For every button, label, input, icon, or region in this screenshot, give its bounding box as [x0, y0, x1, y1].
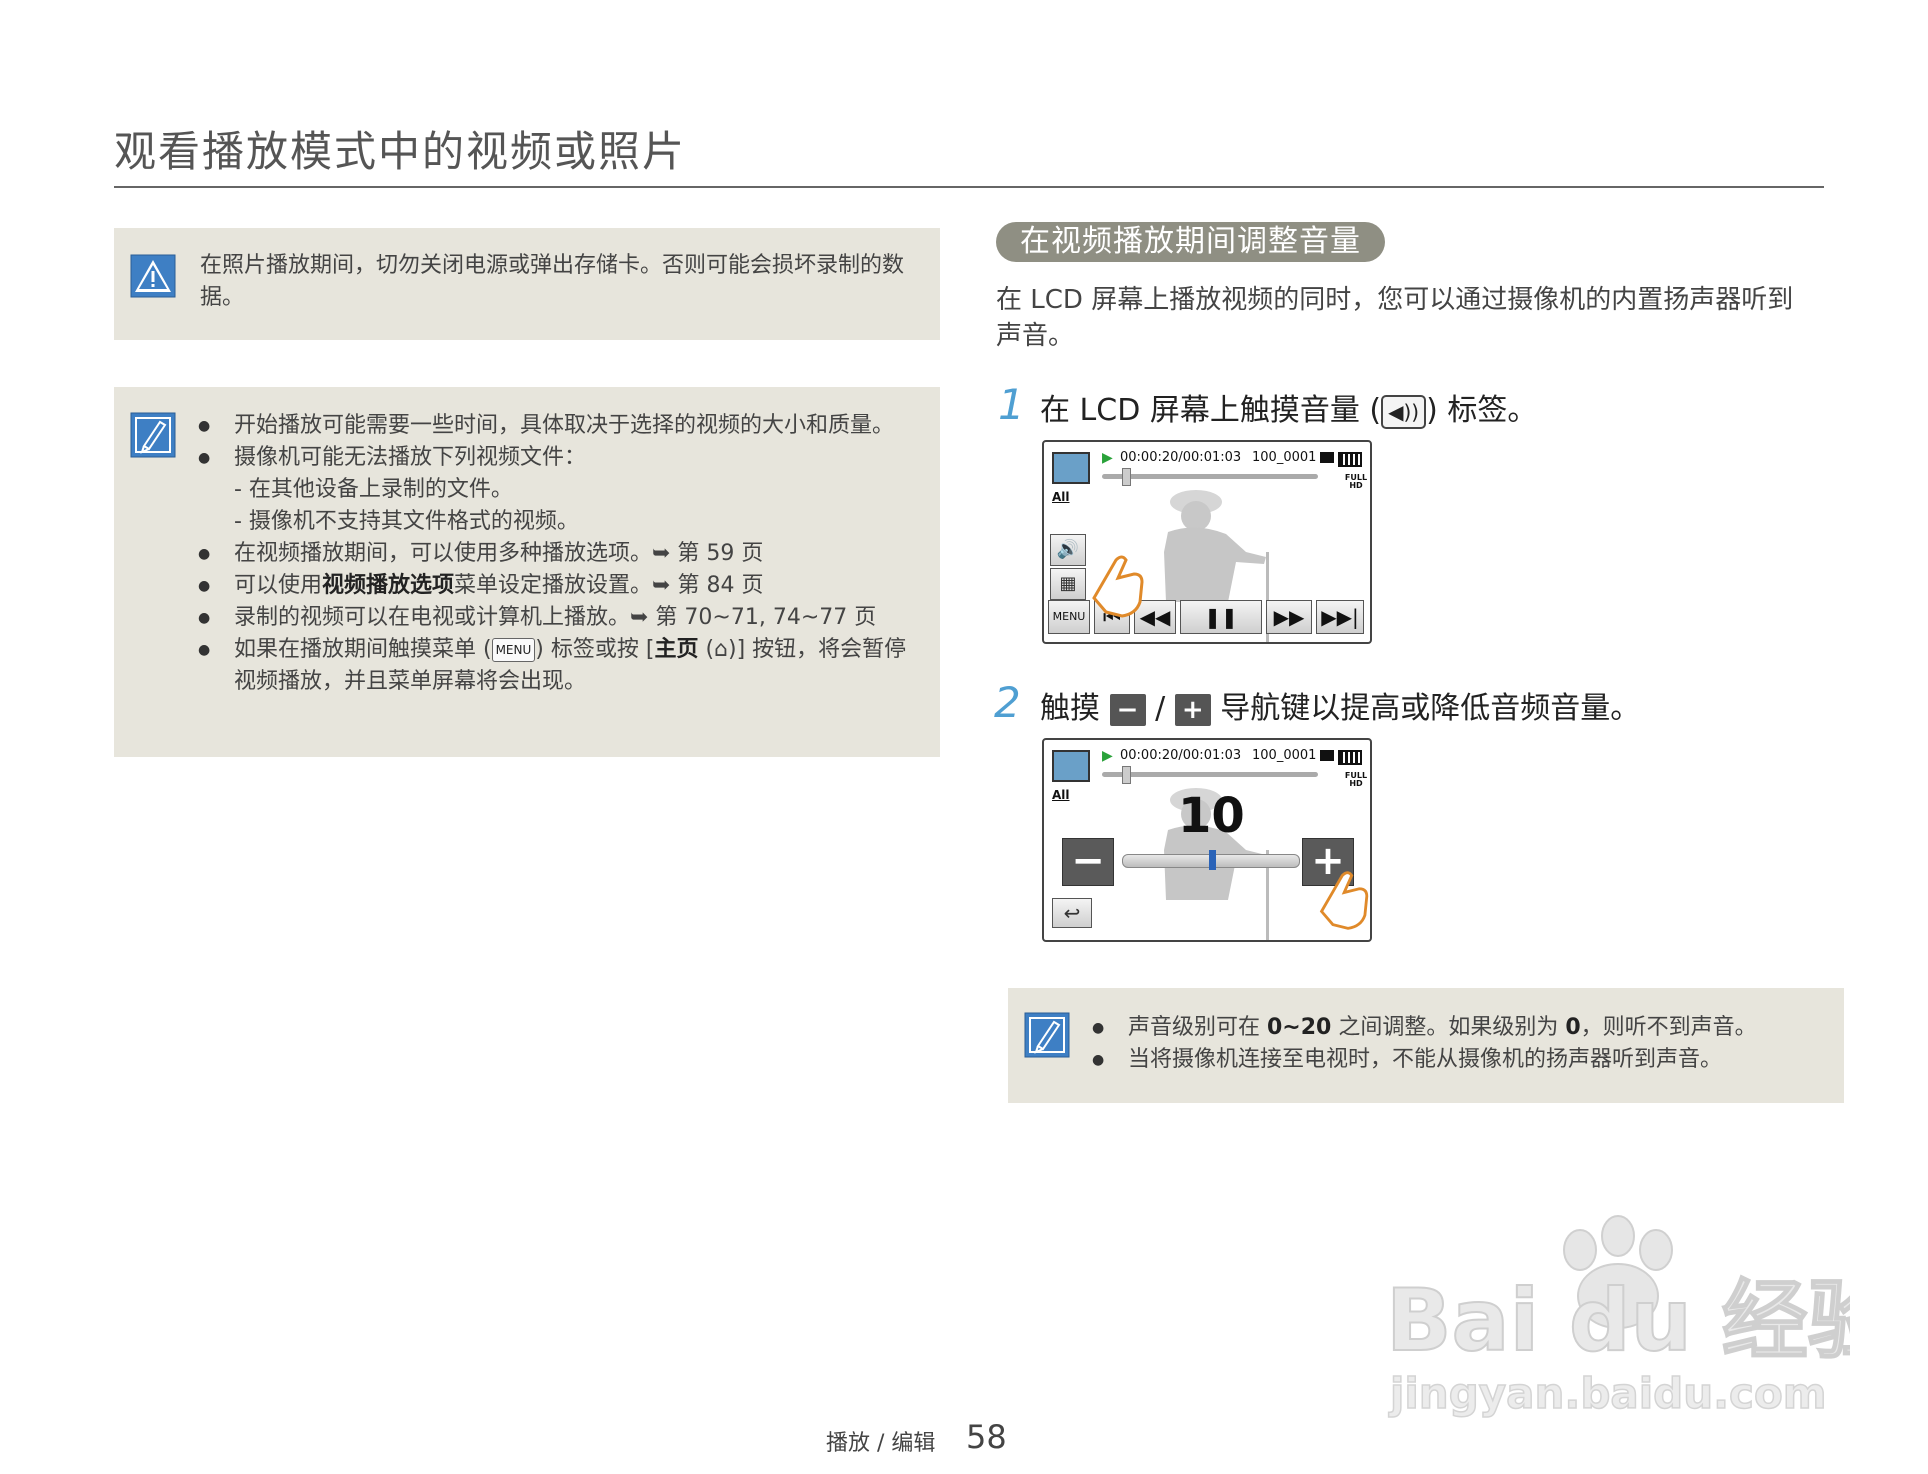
title-divider	[114, 186, 1824, 188]
volume-down-button[interactable]: −	[1062, 838, 1114, 886]
notes-list: 开始播放可能需要一些时间，具体取决于选择的视频的大小和质量。 摄像机可能无法播放…	[196, 410, 926, 698]
menu-tab-icon: MENU	[491, 638, 536, 662]
warning-text: 在照片播放期间，切勿关闭电源或弹出存储卡。否则可能会损坏录制的数据。	[200, 253, 905, 310]
step-number: 2	[994, 678, 1021, 727]
list-item: 可以使用视频播放选项菜单设定播放设置。➥ 第 84 页	[196, 570, 926, 602]
text: 声音级别可在	[1128, 1015, 1267, 1040]
section-title: 在视频播放期间调整音量	[996, 222, 1385, 262]
lcd-screen-volume: ▶ 00:00:20/00:01:03 100_0001 All FULL HD…	[1042, 738, 1372, 942]
menu-button[interactable]: MENU	[1048, 600, 1090, 634]
thumbnail-icon[interactable]	[1052, 750, 1090, 782]
list-item: 声音级别可在 0~20 之间调整。如果级别为 0，则听不到声音。	[1090, 1012, 1830, 1044]
page-number: 58	[966, 1418, 1007, 1456]
text: ，则听不到声音。	[1580, 1015, 1757, 1040]
pause-button[interactable]: ❚❚	[1180, 600, 1262, 634]
file-number: 100_0001	[1252, 450, 1317, 465]
note-pencil-icon	[130, 412, 176, 458]
fast-forward-icon: ▶▶	[1273, 605, 1305, 629]
text: 如果在播放期间触摸菜单 (	[234, 637, 492, 662]
footer-section-label: 播放 / 编辑	[826, 1431, 936, 1456]
list-item: 开始播放可能需要一些时间，具体取决于选择的视频的大小和质量。	[196, 410, 926, 442]
all-label: All	[1052, 490, 1070, 504]
progress-bar[interactable]	[1102, 474, 1318, 479]
watermark-url: jingyan.baidu.com	[1388, 1369, 1827, 1418]
list-item: 摄像机可能无法播放下列视频文件：	[196, 442, 926, 474]
time-readout: 00:00:20/00:01:03	[1120, 748, 1242, 763]
step-number: 1	[998, 380, 1025, 429]
plus-key-icon: +	[1174, 693, 1211, 726]
lcd-screen-playback: ▶ 00:00:20/00:01:03 100_0001 All FULL HD…	[1042, 440, 1372, 644]
bold-term: 0~20	[1267, 1015, 1332, 1040]
time-readout: 00:00:20/00:01:03	[1120, 450, 1242, 465]
memory-card-icon	[1320, 452, 1334, 463]
list-item: 如果在播放期间触摸菜单 (MENU) 标签或按 [主页 (⌂)] 按钮，将会暂停…	[196, 634, 926, 698]
text: 导航键以提高或降低音频音量。	[1210, 691, 1641, 726]
list-item: 当将摄像机连接至电视时，不能从摄像机的扬声器听到声音。	[1090, 1044, 1830, 1076]
fast-forward-button[interactable]: ▶▶	[1266, 600, 1312, 634]
volume-button[interactable]: 🔊	[1050, 534, 1086, 566]
bold-term: 视频播放选项	[322, 573, 455, 598]
full-hd-badge: FULL HD	[1344, 771, 1368, 788]
full-hd-badge: FULL HD	[1344, 473, 1368, 490]
list-subitem: - 在其他设备上录制的文件。	[234, 477, 513, 502]
touch-hand-icon	[1092, 555, 1144, 618]
page-title: 观看播放模式中的视频或照片	[114, 127, 687, 176]
list-item: 在视频播放期间，可以使用多种播放选项。➥ 第 59 页	[196, 538, 926, 570]
all-label: All	[1052, 788, 1070, 802]
play-icon: ▶	[1102, 450, 1113, 466]
skip-forward-button[interactable]: ▶▶|	[1316, 600, 1364, 634]
pause-icon: ❚❚	[1204, 605, 1238, 629]
touch-hand-icon	[1319, 871, 1369, 930]
slash: /	[1155, 691, 1166, 726]
text: 触摸	[1040, 691, 1110, 726]
baidu-watermark-logo: Bai du 经验 jingyan.baidu.com	[1385, 1215, 1850, 1419]
list-item: 录制的视频可以在电视或计算机上播放。➥ 第 70~71, 74~77 页	[196, 602, 926, 634]
progress-bar[interactable]	[1102, 772, 1318, 777]
minus-key-icon: −	[1109, 693, 1146, 726]
back-button[interactable]: ↩	[1052, 898, 1092, 928]
text: 在 LCD 屏幕上触摸音量 (	[1040, 393, 1382, 428]
memory-card-icon	[1320, 750, 1334, 761]
bold-term: 0	[1565, 1015, 1581, 1040]
file-number: 100_0001	[1252, 748, 1317, 763]
text: ) 标签。	[1426, 393, 1538, 428]
options-button[interactable]: ▦	[1050, 568, 1086, 600]
text: ) 标签或按 [	[535, 637, 655, 662]
step-text: 在 LCD 屏幕上触摸音量 (◀))) 标签。	[1040, 385, 1537, 429]
thumbnail-icon[interactable]	[1052, 452, 1090, 484]
volume-slider-knob[interactable]	[1209, 850, 1216, 870]
progress-knob[interactable]	[1122, 766, 1131, 784]
volume-tab-icon: ◀))	[1381, 394, 1427, 429]
battery-icon	[1338, 452, 1362, 467]
back-arrow-icon: ↩	[1063, 901, 1081, 925]
volume-notes-list: 声音级别可在 0~20 之间调整。如果级别为 0，则听不到声音。 当将摄像机连接…	[1090, 1012, 1830, 1076]
progress-knob[interactable]	[1122, 468, 1131, 486]
skip-forward-icon: ▶▶|	[1321, 605, 1359, 629]
bold-term: 主页	[654, 637, 699, 662]
battery-icon	[1338, 750, 1362, 765]
step-text: 触摸 − / + 导航键以提高或降低音频音量。	[1040, 683, 1640, 727]
grid-icon: ▦	[1059, 573, 1077, 594]
volume-value: 10	[1178, 788, 1245, 844]
note-pencil-icon	[1024, 1012, 1070, 1058]
section-intro: 在 LCD 屏幕上播放视频的同时，您可以通过摄像机的内置扬声器听到声音。	[996, 285, 1794, 351]
speaker-icon: 🔊	[1056, 539, 1080, 560]
text: 可以使用	[234, 573, 323, 598]
list-subitem: - 摄像机不支持其文件格式的视频。	[234, 509, 579, 534]
play-icon: ▶	[1102, 748, 1113, 764]
text: 菜单设定播放设置。➥ 第 84 页	[454, 573, 764, 598]
watermark-brand: Bai du 经验	[1386, 1271, 1850, 1371]
text: 之间调整。如果级别为	[1331, 1015, 1566, 1040]
warning-icon	[130, 254, 176, 298]
